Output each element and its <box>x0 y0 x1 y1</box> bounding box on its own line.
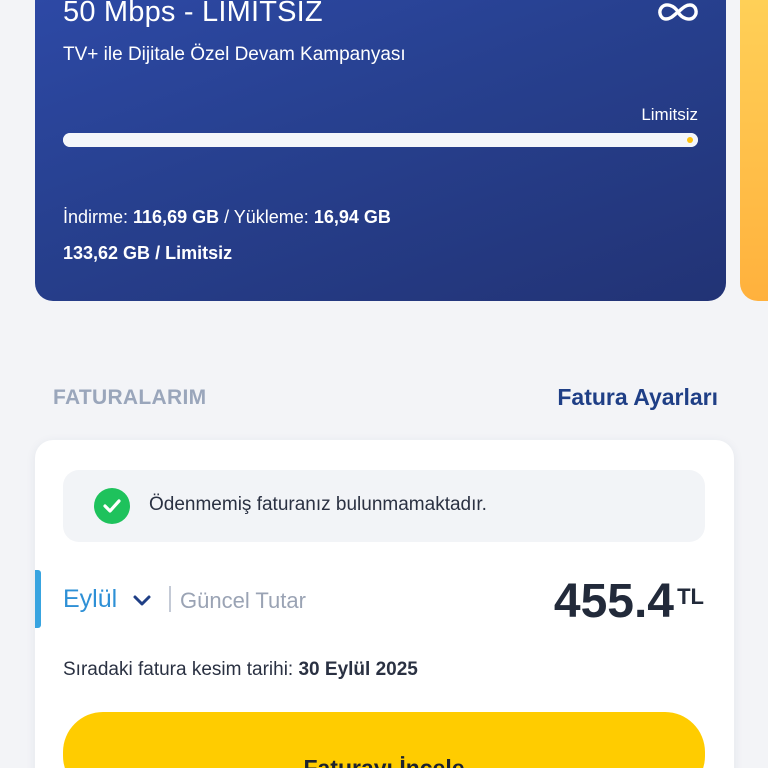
chevron-down-icon[interactable] <box>132 594 152 608</box>
due-date: 30 Eylül 2025 <box>298 659 418 680</box>
section-title: FATURALARIM <box>53 386 207 409</box>
limit-label: Limitsiz <box>641 105 698 124</box>
usage-total: 133,62 GB / Limitsiz <box>63 243 232 264</box>
notice-text: Ödenmemiş faturanız bulunmamaktadır. <box>149 494 487 515</box>
bill-card: Ödenmemiş faturanız bulunmamaktadır. Eyl… <box>35 440 734 768</box>
current-amount-label: Güncel Tutar <box>180 588 306 613</box>
download-label: İndirme: <box>63 207 134 227</box>
currency-label: TL <box>677 584 704 609</box>
total-limit: Limitsiz <box>165 243 233 263</box>
plan-card[interactable]: 50 Mbps - LIMITSIZ TV+ ile Dijitale Özel… <box>35 0 726 301</box>
view-bill-button[interactable]: Faturayı İncele <box>63 712 705 768</box>
bill-amount: 455.4 <box>553 575 674 628</box>
plan-title: 50 Mbps - LIMITSIZ <box>63 0 323 28</box>
upload-value: 16,94 GB <box>313 207 391 227</box>
total-used: 133,62 GB <box>63 243 151 263</box>
upload-label: / Yükleme: <box>219 207 314 227</box>
due-label: Sıradaki fatura kesim tarihi: <box>63 659 299 680</box>
accent-bar <box>35 570 41 628</box>
usage-progress-bar <box>63 133 698 147</box>
check-circle-icon <box>94 488 130 524</box>
vertical-divider <box>169 586 171 612</box>
download-value: 116,69 GB <box>133 207 220 227</box>
progress-end-dot <box>687 137 693 143</box>
payment-status-notice: Ödenmemiş faturanız bulunmamaktadır. <box>63 470 705 542</box>
next-bill-date: Sıradaki fatura kesim tarihi: 30 Eylül 2… <box>63 659 418 681</box>
infinity-icon <box>658 3 698 21</box>
usage-breakdown: İndirme: 116,69 GB / Yükleme: 16,94 GB <box>63 207 391 228</box>
next-plan-card[interactable] <box>740 0 768 301</box>
plan-subtitle: TV+ ile Dijitale Özel Devam Kampanyası <box>63 44 406 65</box>
month-selector[interactable]: Eylül <box>63 585 117 614</box>
bill-settings-link[interactable]: Fatura Ayarları <box>557 384 718 411</box>
total-separator: / <box>150 243 166 263</box>
usage-progress-fill <box>63 133 698 147</box>
